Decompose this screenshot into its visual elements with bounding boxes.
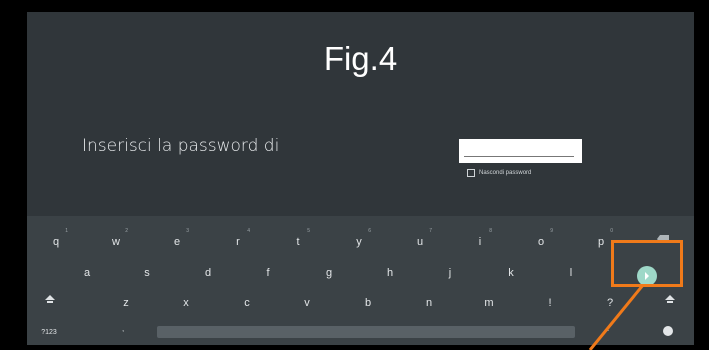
annotation-arrow-line [588, 284, 645, 350]
